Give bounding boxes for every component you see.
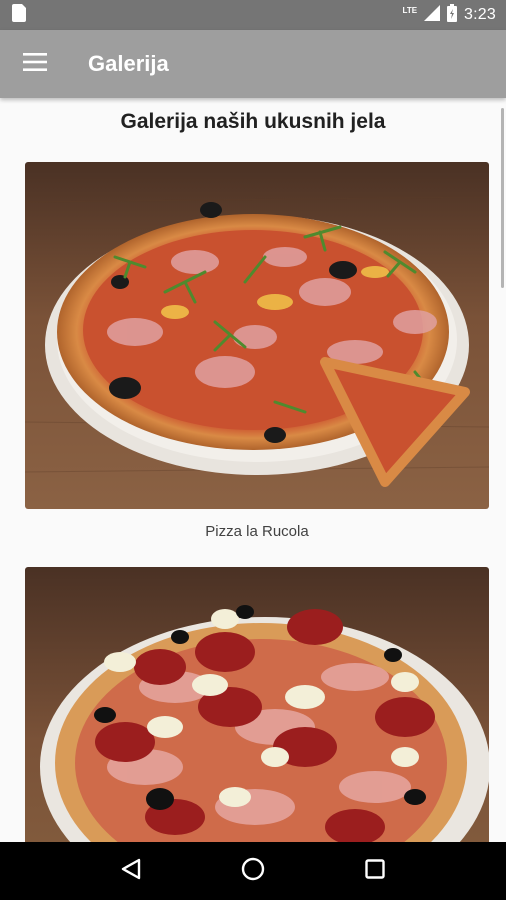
hamburger-menu-icon [23,52,47,76]
back-icon [120,858,142,885]
sim-card-icon [12,3,26,27]
status-bar: LTE 3:23 [0,0,506,30]
pizza-salami-photo[interactable] [25,567,489,842]
pizza-rucola-photo[interactable] [25,162,489,509]
screen: LTE 3:23 Galerija Galerija naših ukusnih… [0,0,506,900]
network-type-label: LTE [402,5,418,15]
signal-icon [424,4,441,26]
dish-caption: Pizza la Rucola [205,523,309,540]
recents-button[interactable] [350,846,400,896]
scrollbar-thumb[interactable] [501,108,504,288]
battery-icon [447,3,458,27]
app-bar: Galerija [0,30,506,98]
status-time: 3:23 [464,6,496,23]
gallery-item[interactable] [25,567,489,842]
back-button[interactable] [106,846,156,896]
home-icon [241,857,265,886]
page-heading: Galerija naših ukusnih jela [120,110,386,133]
system-navigation-bar [0,842,506,900]
app-title: Galerija [88,51,169,76]
gallery-content[interactable]: Galerija naših ukusnih jela Pizza la Ruc… [0,98,506,842]
gallery-item[interactable]: Pizza la Rucola [25,162,489,540]
navigation-menu-button[interactable] [0,30,70,98]
recents-icon [365,858,385,884]
home-button[interactable] [228,846,278,896]
